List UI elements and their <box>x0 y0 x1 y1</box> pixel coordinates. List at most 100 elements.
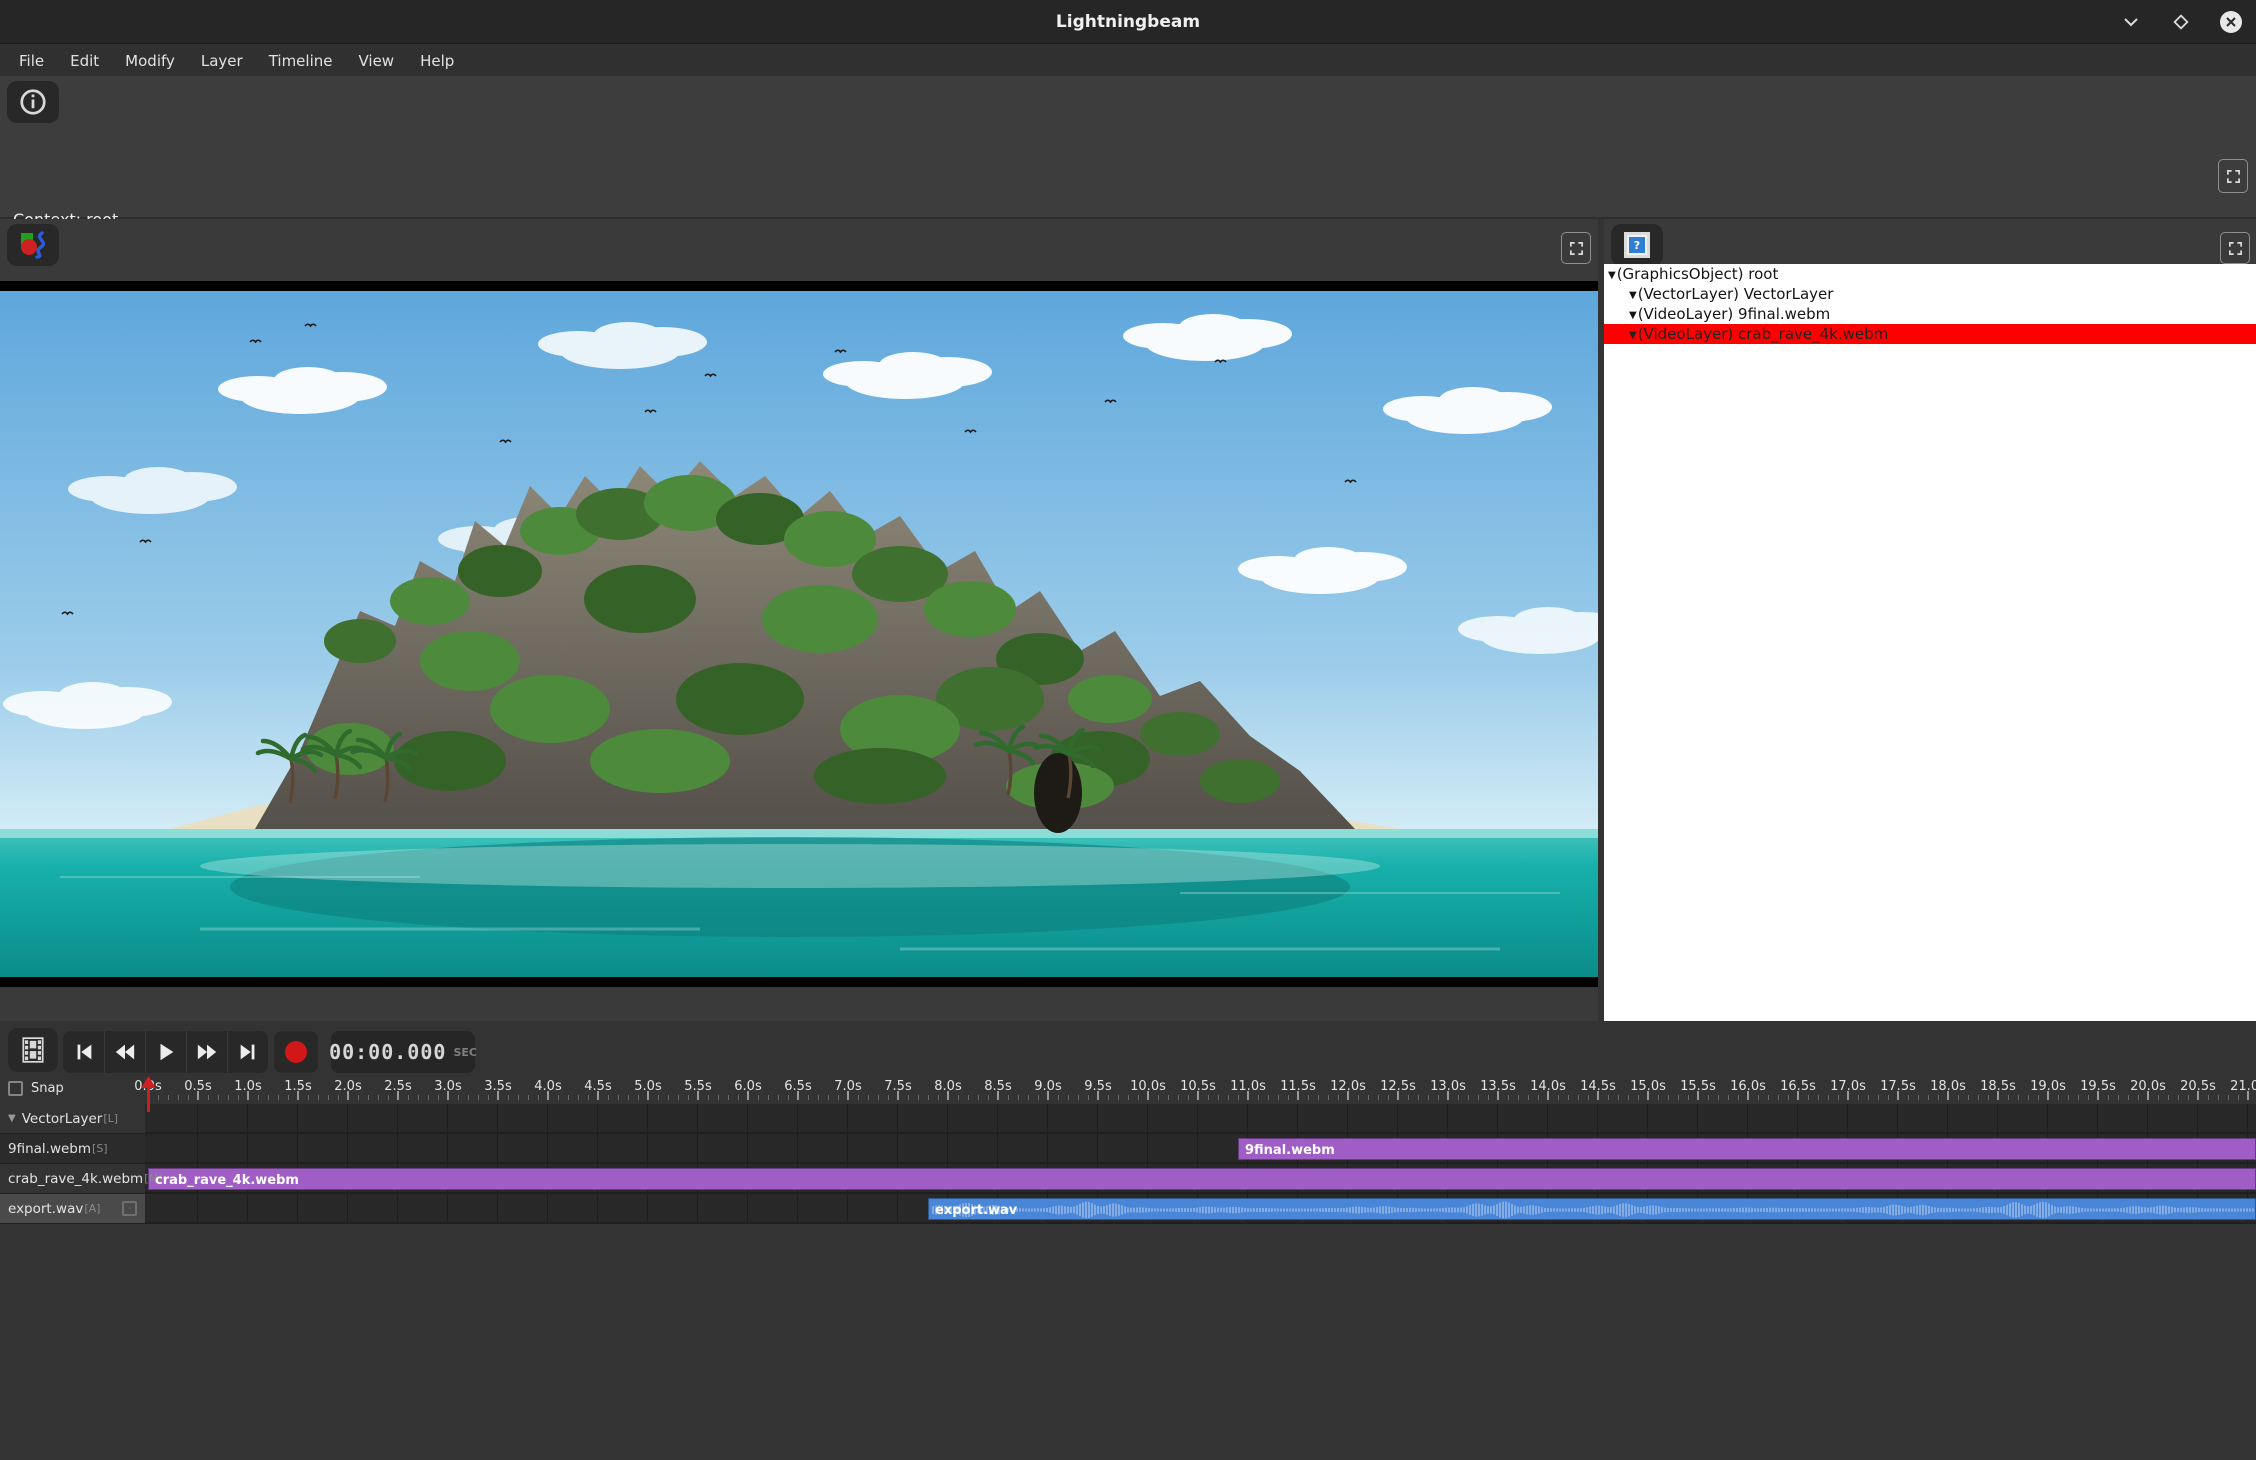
timeline-clip-audio[interactable]: export.wav <box>928 1198 2256 1220</box>
placeholder-image-icon: ? <box>1624 232 1650 258</box>
ruler-minor-tick <box>1088 1095 1089 1100</box>
tree-item[interactable]: ▼(GraphicsObject) root <box>1604 264 2256 284</box>
close-button[interactable] <box>2218 9 2244 35</box>
layer-label-row[interactable]: ▼VectorLayer[L] <box>0 1104 145 1134</box>
timeline-lane: crab_rave_4k.webm <box>145 1164 2256 1194</box>
stage-fullscreen-button[interactable] <box>1561 232 1591 264</box>
ruler-minor-tick <box>1418 1095 1419 1100</box>
ruler-minor-tick <box>618 1095 619 1100</box>
tree-item[interactable]: ▼(VectorLayer) VectorLayer <box>1604 284 2256 304</box>
object-tree: ▼(GraphicsObject) root▼(VectorLayer) Vec… <box>1604 264 2256 1021</box>
ruler-minor-tick <box>1978 1095 1979 1100</box>
tree-panel-fullscreen-button[interactable] <box>2220 232 2250 264</box>
ruler-minor-tick <box>528 1095 529 1100</box>
ruler-minor-tick <box>1388 1095 1389 1100</box>
stage-panel <box>0 219 1598 1021</box>
menu-modify[interactable]: Modify <box>116 48 184 74</box>
ruler-major-tick <box>1697 1091 1699 1100</box>
play-button[interactable] <box>145 1031 186 1073</box>
info-panel-fullscreen-button[interactable] <box>2218 159 2248 193</box>
ruler-minor-tick <box>2068 1095 2069 1100</box>
ruler-major-tick <box>1597 1091 1599 1100</box>
ruler-minor-tick <box>1968 1095 1969 1100</box>
timeline-clip-video[interactable]: 9final.webm <box>1238 1138 2256 1160</box>
layer-label-row[interactable]: 9final.webm[S] <box>0 1134 145 1164</box>
rewind-icon <box>114 1041 136 1063</box>
ruler-major-tick <box>1147 1091 1149 1100</box>
ruler-minor-tick <box>1188 1095 1189 1100</box>
ruler-major-tick <box>947 1091 949 1100</box>
snap-control: Snap <box>8 1081 64 1096</box>
ruler-minor-tick <box>1568 1095 1569 1100</box>
ruler-minor-tick <box>728 1095 729 1100</box>
stage-canvas[interactable] <box>0 281 1598 987</box>
timeline-ruler[interactable]: 0.0s0.5s1.0s1.5s2.0s2.5s3.0s3.5s4.0s4.5s… <box>0 1078 2256 1100</box>
ruler-major-tick <box>647 1091 649 1100</box>
menu-edit[interactable]: Edit <box>61 48 108 74</box>
skip-end-button[interactable] <box>227 1031 268 1073</box>
tree-item[interactable]: ▼(VideoLayer) crab_rave_4k.webm <box>1604 324 2256 344</box>
ruler-minor-tick <box>208 1095 209 1100</box>
tree-item-label: (VectorLayer) VectorLayer <box>1638 285 1834 303</box>
ruler-minor-tick <box>968 1095 969 1100</box>
ruler-minor-tick <box>258 1095 259 1100</box>
shapes-icon <box>18 230 48 260</box>
ruler-minor-tick <box>1908 1095 1909 1100</box>
object-tree-panel: ? ▼(GraphicsObject) root▼(VectorLayer) V… <box>1604 219 2256 1021</box>
menu-layer[interactable]: Layer <box>192 48 252 74</box>
playhead[interactable] <box>140 1076 157 1116</box>
menu-view[interactable]: View <box>349 48 403 74</box>
island-arch <box>1034 753 1082 833</box>
timeline-panel-tab[interactable] <box>8 1028 58 1072</box>
ruler-minor-tick <box>1778 1095 1779 1100</box>
ruler-minor-tick <box>688 1095 689 1100</box>
timeline-clip-video[interactable]: crab_rave_4k.webm <box>148 1168 2256 1190</box>
layer-type-tag: [A] <box>84 1202 100 1215</box>
ruler-minor-tick <box>288 1095 289 1100</box>
ruler-minor-tick <box>488 1095 489 1100</box>
menu-timeline[interactable]: Timeline <box>260 48 342 74</box>
minimize-button[interactable] <box>2118 9 2144 35</box>
ruler-major-tick <box>2147 1091 2149 1100</box>
tree-item[interactable]: ▼(VideoLayer) 9final.webm <box>1604 304 2256 324</box>
ruler-minor-tick <box>1608 1095 1609 1100</box>
ruler-minor-tick <box>2188 1095 2189 1100</box>
ruler-minor-tick <box>958 1095 959 1100</box>
menu-file[interactable]: File <box>10 48 53 74</box>
ruler-minor-tick <box>1538 1095 1539 1100</box>
skip-start-button[interactable] <box>63 1031 104 1073</box>
stage-panel-tab[interactable] <box>7 224 59 266</box>
ruler-minor-tick <box>418 1095 419 1100</box>
layer-expander-icon[interactable]: ▼ <box>8 1113 16 1124</box>
ruler-minor-tick <box>1488 1095 1489 1100</box>
layer-label-row[interactable]: export.wav[A] - <box>0 1194 145 1224</box>
ruler-minor-tick <box>538 1095 539 1100</box>
layer-checkbox[interactable]: - <box>122 1201 137 1216</box>
ruler-minor-tick <box>2238 1095 2239 1100</box>
info-panel-tab[interactable] <box>7 81 59 123</box>
ruler-major-tick <box>897 1091 899 1100</box>
ruler-major-tick <box>1547 1091 1549 1100</box>
record-button[interactable] <box>274 1031 318 1073</box>
ruler-minor-tick <box>1528 1095 1529 1100</box>
ruler-minor-tick <box>1728 1095 1729 1100</box>
video-frame-island <box>0 281 1598 987</box>
rewind-button[interactable] <box>104 1031 145 1073</box>
ruler-minor-tick <box>1718 1095 1719 1100</box>
ruler-minor-tick <box>228 1095 229 1100</box>
maximize-button[interactable] <box>2168 9 2194 35</box>
ruler-minor-tick <box>168 1095 169 1100</box>
ruler-minor-tick <box>1588 1095 1589 1100</box>
layer-name: export.wav <box>8 1201 83 1217</box>
fast-forward-button[interactable] <box>186 1031 227 1073</box>
snap-checkbox[interactable] <box>8 1081 23 1096</box>
layer-label-row[interactable]: crab_rave_4k.webm[M] <box>0 1164 145 1194</box>
ruler-minor-tick <box>1618 1095 1619 1100</box>
tree-panel-tab[interactable]: ? <box>1611 224 1663 266</box>
ruler-minor-tick <box>1018 1095 1019 1100</box>
ruler-minor-tick <box>1518 1095 1519 1100</box>
ruler-minor-tick <box>2078 1095 2079 1100</box>
ruler-minor-tick <box>1828 1095 1829 1100</box>
menu-help[interactable]: Help <box>411 48 463 74</box>
ruler-minor-tick <box>1438 1095 1439 1100</box>
